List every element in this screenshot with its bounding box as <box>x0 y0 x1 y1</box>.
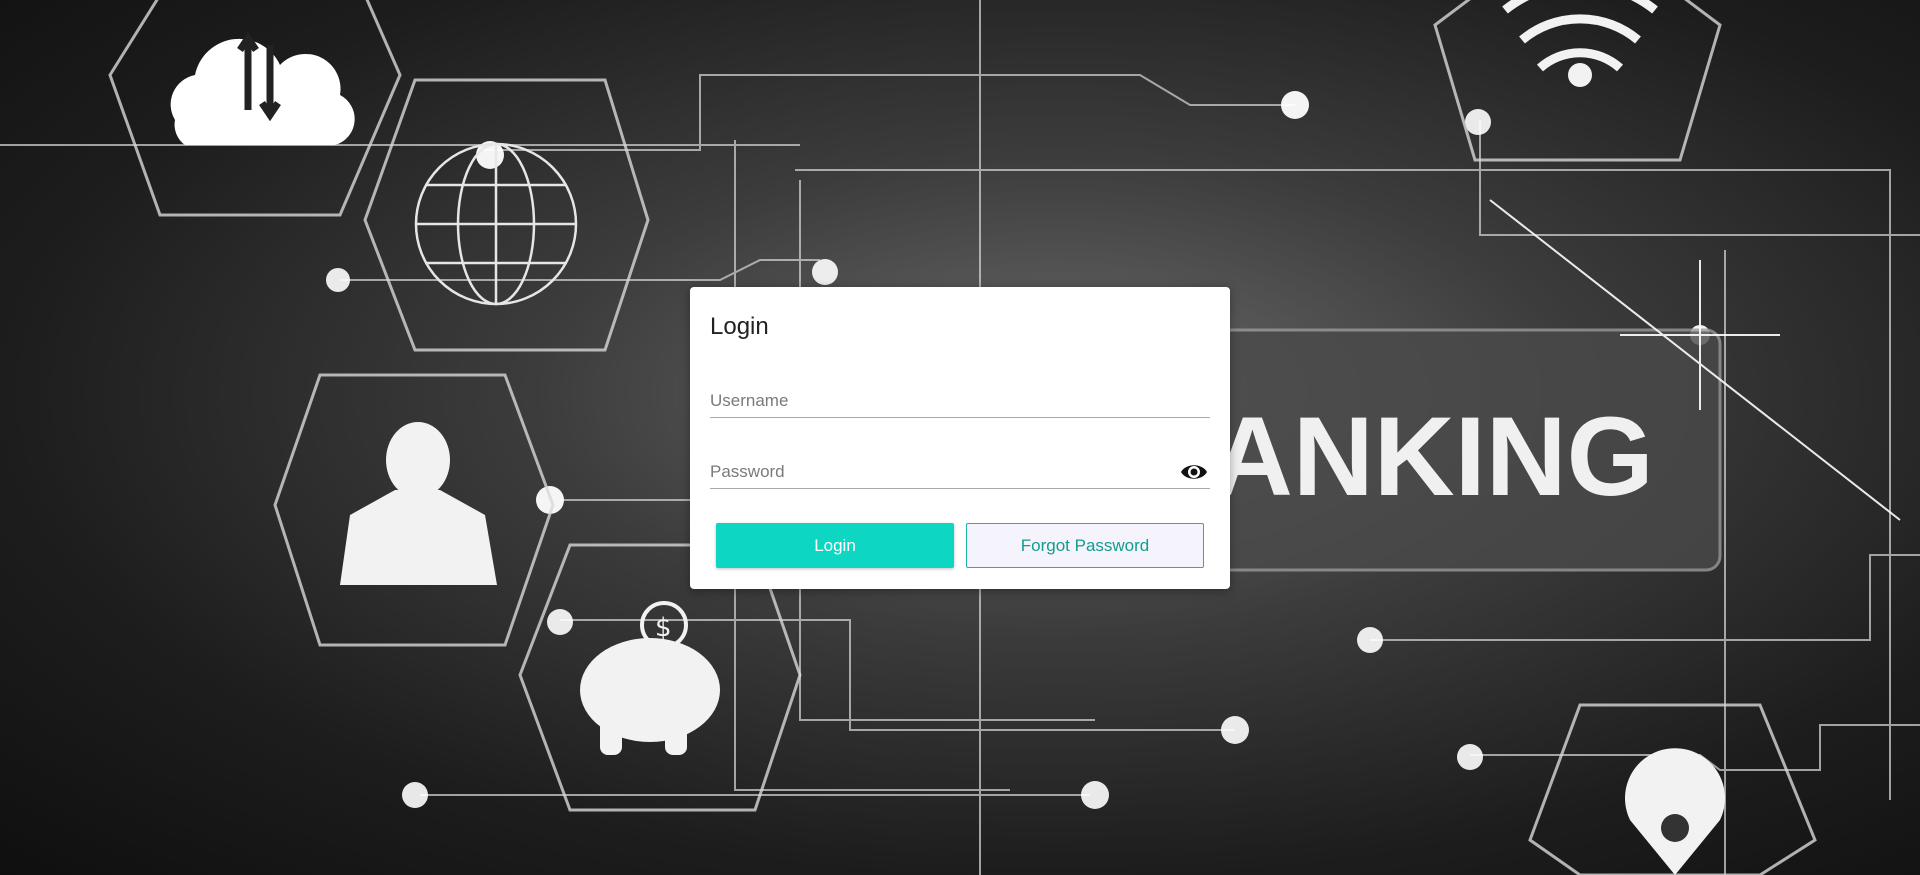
password-input[interactable] <box>710 462 1170 482</box>
password-field-container <box>710 448 1210 489</box>
banking-sign: ANKING <box>1198 328 1722 572</box>
eye-icon[interactable] <box>1180 462 1208 482</box>
forgot-password-button[interactable]: Forgot Password <box>966 523 1204 568</box>
location-pin-icon <box>1625 748 1725 875</box>
username-input[interactable] <box>710 391 1170 411</box>
user-icon <box>340 422 497 585</box>
wifi-icon <box>1502 0 1658 72</box>
username-field-container <box>710 377 1210 418</box>
cloud-transfer-icon <box>170 31 355 145</box>
svg-text:ANKING: ANKING <box>1212 394 1654 519</box>
svg-text:$: $ <box>655 613 672 643</box>
globe-icon <box>414 142 578 306</box>
piggy-bank-icon: $ <box>580 601 720 755</box>
login-button[interactable]: Login <box>716 523 954 568</box>
login-title: Login <box>710 313 769 340</box>
